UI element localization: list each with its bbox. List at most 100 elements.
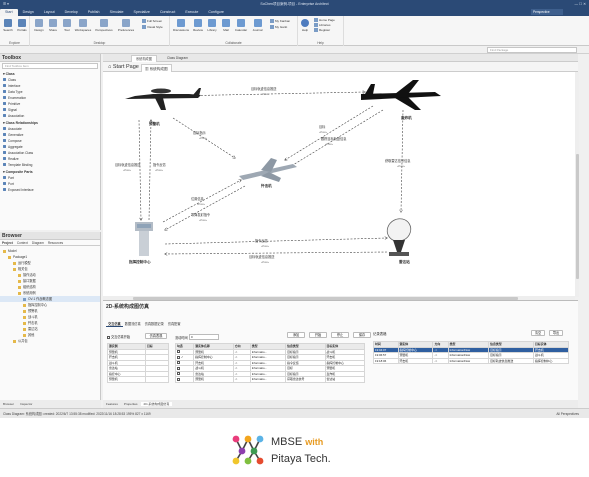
browser-tab-project[interactable]: Project (0, 240, 15, 245)
edge-c2-awacs[interactable] (148, 120, 151, 221)
menu-tab-construct[interactable]: Construct (155, 9, 180, 16)
mail-button[interactable]: Mail (219, 19, 233, 32)
visual-style-button[interactable]: Visual Style (142, 25, 163, 30)
sim-tab[interactable]: 交互仿真 (106, 321, 123, 327)
sim-control-button[interactable]: 添加 (287, 332, 305, 338)
row-checkbox[interactable] (177, 377, 180, 381)
panel-bottom-tab[interactable]: Properties (121, 402, 141, 406)
library-button[interactable]: Library (205, 19, 219, 32)
panel-bottom-tab[interactable]: 2D-系统构成图仿真 (140, 402, 173, 406)
node-fighter[interactable] (239, 158, 297, 182)
perspectives-button[interactable]: Perspectives (94, 19, 114, 32)
menu-tab-start[interactable]: Start (0, 9, 18, 16)
browser-tab-context[interactable]: Context (15, 240, 30, 245)
find-package-input[interactable]: Find Package (487, 47, 577, 53)
ribbon-group-label: Desktop (93, 41, 106, 45)
review-button[interactable]: Review (191, 19, 205, 32)
libraries-link[interactable]: Libraries (314, 23, 331, 28)
browser-tab-diagram[interactable]: Diagram (30, 240, 46, 245)
sim-display-button[interactable]: 仿真表观 (145, 333, 167, 339)
brand-mbse: MBSE (271, 436, 303, 448)
workspaces-button[interactable]: Workspaces (74, 19, 92, 32)
ribbon: Search Portals Explore Design Share Tour… (0, 16, 589, 46)
toolbox-item[interactable]: Template Binding (0, 162, 100, 168)
calendar-button[interactable]: Calendar (233, 19, 249, 32)
browser-tree-item[interactable]: 公共包 (0, 338, 100, 344)
table-row[interactable]: 预警机 (106, 376, 169, 383)
export-button[interactable]: 导出 (549, 330, 563, 336)
my-gantt-button[interactable]: My Gantt (270, 25, 287, 30)
edge-bomber-fighter-1[interactable] (285, 105, 374, 160)
canvas-vertical-scrollbar[interactable] (575, 72, 579, 297)
discussions-button[interactable]: Discussions (172, 19, 190, 32)
menu-tab-design[interactable]: Design (18, 9, 39, 16)
my-kanban-button[interactable]: My Kanban (270, 19, 290, 24)
folder-icon (18, 279, 21, 283)
toolbox-item[interactable]: Association (0, 113, 100, 119)
row-checkbox[interactable] (177, 361, 180, 365)
menu-tab-configure[interactable]: Configure (203, 9, 229, 16)
tab-start-page[interactable]: ⌂ Start Page (105, 63, 142, 72)
browser-bottom-tab[interactable]: Inspector (17, 402, 35, 406)
row-checkbox[interactable] (177, 366, 180, 370)
scroll-thumb[interactable] (575, 154, 579, 279)
sim-control-button[interactable]: 保存 (353, 332, 371, 338)
sim-control-button[interactable]: 开始 (309, 332, 327, 338)
interactive-sim-checkbox[interactable]: 交互仿真开始 (107, 334, 130, 339)
menu-tab-execute[interactable]: Execute (180, 9, 203, 16)
portals-button[interactable]: Portals (15, 19, 29, 32)
table-row[interactable]: 19:18:06 歼击机 -> InformationFlow 目标轨迹信息推送 指挥控制… (373, 357, 569, 364)
doc-tab-class-diagram[interactable]: Class Diagram (163, 55, 192, 62)
toolbox-list: ▾ Class Class Interface Data Type Enumeratio… (0, 70, 100, 193)
edge-radar-c2[interactable] (165, 251, 388, 254)
node-awacs[interactable] (125, 88, 201, 110)
help-button[interactable]: Help (298, 19, 312, 32)
edge-awacs-c2-1[interactable] (138, 119, 141, 220)
edge-fighter-c2[interactable] (165, 185, 246, 230)
browser-tab-resources[interactable]: Resources (46, 240, 65, 245)
edge-stereotype: «flow» (199, 218, 208, 222)
window-controls[interactable]: — ☐ ✕ (574, 0, 586, 8)
menu-tab-specialize[interactable]: Specialize (129, 9, 155, 16)
doc-tab-diagram[interactable]: 系统构成图 (131, 55, 157, 62)
menu-tab-develop[interactable]: Develop (60, 9, 83, 16)
menu-tab-layout[interactable]: Layout (39, 9, 60, 16)
menu-tab-publish[interactable]: Publish (83, 9, 105, 16)
diagram-canvas[interactable]: 预警机 轰炸机 歼击机 指挥控制中心 雷达站 目标轨迹信息推送 «flow» 目… (103, 72, 575, 297)
node-radar[interactable] (383, 214, 415, 256)
home-page-link[interactable]: Home Page (314, 18, 335, 23)
toolbox-section-header[interactable]: ▾ Class Relationships (0, 119, 100, 126)
search-button[interactable]: Search (1, 19, 15, 32)
tour-button[interactable]: Tour (60, 19, 74, 32)
row-checkbox[interactable] (177, 372, 180, 376)
toolbox-item[interactable]: Exposed Interface (0, 187, 100, 193)
panel-bottom-tab[interactable]: Features (103, 402, 121, 406)
edge-c2-radar-1[interactable] (164, 238, 387, 245)
browser-bottom-tab[interactable]: Browser (0, 402, 17, 406)
node-bomber[interactable] (361, 80, 441, 110)
flow-time-input[interactable]: 0 (189, 334, 219, 340)
row-checkbox[interactable] (177, 350, 180, 354)
share-button[interactable]: Share (46, 19, 60, 32)
toolbox-section-header[interactable]: ▾ Class (0, 70, 100, 77)
journal-button[interactable]: Journal (250, 19, 265, 32)
menu-tab-simulate[interactable]: Simulate (105, 9, 129, 16)
preferences-button[interactable]: Preferences (116, 19, 136, 32)
full-screen-button[interactable]: Full Screen (142, 19, 162, 24)
sim-tab[interactable]: 仿真数据记录 (143, 321, 166, 327)
status-perspective[interactable]: All Perspectives (556, 409, 579, 418)
perspective-dropdown[interactable]: Perspective (531, 9, 563, 15)
design-button[interactable]: Design (32, 19, 46, 32)
table-row[interactable]: 预警机 -> Informatio... 获取雷达信号 雷达站 (174, 376, 366, 383)
clear-button[interactable]: 清空 (531, 330, 545, 336)
toolbox-search-input[interactable]: Find Toolbox Item (2, 63, 98, 69)
register-link[interactable]: Register (314, 28, 330, 33)
toolbox-section-header[interactable]: ▾ Composite Parts (0, 168, 100, 175)
title-bar: ☰ ▾ SoChen项目案例-项目 - Enterprise Architect… (0, 0, 589, 8)
sim-control-button[interactable]: 停止 (331, 332, 349, 338)
sim-tab[interactable]: 数据流仿真 (123, 321, 143, 327)
row-checkbox[interactable] (177, 355, 180, 359)
node-c2[interactable] (135, 222, 153, 256)
tab-diagram[interactable]: ▦ 系统构成图 (141, 64, 172, 72)
sim-tab[interactable]: 仿真配置 (166, 321, 183, 327)
